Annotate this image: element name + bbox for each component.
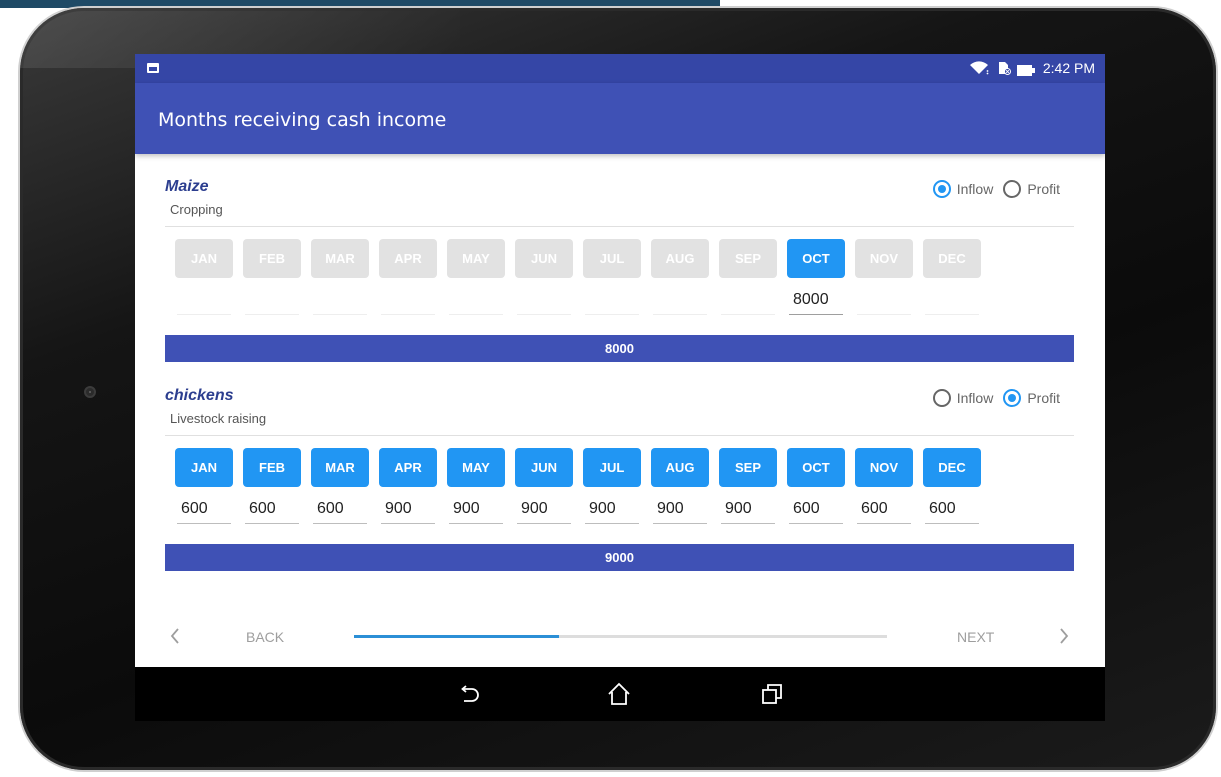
month-button-dec[interactable]: DEC [923, 448, 981, 487]
divider [165, 226, 1074, 227]
value-input-aug[interactable]: 900 [653, 498, 707, 524]
wizard-footer: BACK NEXT [135, 616, 1105, 661]
value-input-nov [857, 289, 911, 315]
value-input-dec [925, 289, 979, 315]
inflow-profit-toggle: Inflow Profit [932, 389, 1064, 407]
value-input-feb [245, 289, 299, 315]
month-button-mar[interactable]: MAR [311, 448, 369, 487]
value-input-mar[interactable]: 600 [313, 498, 367, 524]
progress-fill [354, 635, 560, 638]
month-button-mar[interactable]: MAR [311, 239, 369, 278]
enterprise-card-maize: Maize Cropping Inflow Profit JAN FEB MAR… [165, 178, 1074, 363]
value-input-apr[interactable]: 900 [381, 498, 435, 524]
total-bar: 8000 [165, 335, 1074, 362]
value-input-feb[interactable]: 600 [245, 498, 299, 524]
value-input-nov[interactable]: 600 [857, 498, 911, 524]
inflow-label: Inflow [956, 390, 994, 406]
divider [165, 435, 1074, 436]
total-bar: 9000 [165, 544, 1074, 571]
month-button-aug[interactable]: AUG [651, 239, 709, 278]
enterprise-name: Maize [165, 178, 209, 195]
enterprise-card-chickens: chickens Livestock raising Inflow Profit… [165, 387, 1074, 572]
value-input-oct[interactable]: 600 [789, 498, 843, 524]
month-button-nov[interactable]: NOV [855, 239, 913, 278]
month-button-sep[interactable]: SEP [719, 239, 777, 278]
battery-icon [1016, 63, 1035, 76]
back-button[interactable]: BACK [246, 629, 284, 645]
month-button-aug[interactable]: AUG [651, 448, 709, 487]
profit-label: Profit [1027, 390, 1060, 406]
month-button-jun[interactable]: JUN [515, 239, 573, 278]
status-time: 2:42 PM [1042, 60, 1095, 76]
status-icons: 2:42 PM [969, 60, 1095, 76]
profit-radio[interactable] [1003, 389, 1022, 407]
month-button-oct[interactable]: OCT [787, 448, 845, 487]
month-button-jan[interactable]: JAN [175, 239, 233, 278]
screen: 2:42 PM Months receiving cash income Mai… [135, 54, 1105, 721]
enterprise-category: Cropping [170, 202, 223, 217]
page-title: Months receiving cash income [158, 109, 447, 131]
camera-icon [84, 386, 96, 398]
month-button-apr[interactable]: APR [379, 239, 437, 278]
app-bar: Months receiving cash income [135, 83, 1105, 154]
value-input-may[interactable]: 900 [449, 498, 503, 524]
value-input-jan[interactable]: 600 [177, 498, 231, 524]
progress-bar [354, 635, 887, 638]
inflow-profit-toggle: Inflow Profit [932, 180, 1064, 198]
month-button-oct[interactable]: OCT [787, 239, 845, 278]
value-input-oct[interactable]: 8000 [789, 289, 843, 315]
recents-icon[interactable] [759, 681, 785, 707]
gallery-notification-icon [147, 63, 159, 73]
value-input-jun[interactable]: 900 [517, 498, 571, 524]
month-button-may[interactable]: MAY [447, 239, 505, 278]
month-button-sep[interactable]: SEP [719, 448, 777, 487]
value-input-mar [313, 289, 367, 315]
value-input-dec[interactable]: 600 [925, 498, 979, 524]
next-button[interactable]: NEXT [957, 629, 994, 645]
month-button-jun[interactable]: JUN [515, 448, 573, 487]
value-input-aug [653, 289, 707, 315]
chevron-left-icon[interactable] [168, 626, 182, 646]
inflow-label: Inflow [956, 181, 994, 197]
month-button-nov[interactable]: NOV [855, 448, 913, 487]
value-input-jul[interactable]: 900 [585, 498, 639, 524]
month-button-jan[interactable]: JAN [175, 448, 233, 487]
chevron-right-icon[interactable] [1057, 626, 1071, 646]
month-button-may[interactable]: MAY [447, 448, 505, 487]
status-bar: 2:42 PM [135, 54, 1105, 83]
month-button-apr[interactable]: APR [379, 448, 437, 487]
month-button-jul[interactable]: JUL [583, 448, 641, 487]
month-button-jul[interactable]: JUL [583, 239, 641, 278]
enterprise-name: chickens [165, 387, 234, 404]
profit-label: Profit [1027, 181, 1060, 197]
sim-icon [997, 61, 1011, 75]
value-input-sep[interactable]: 900 [721, 498, 775, 524]
system-nav-bar [135, 667, 1105, 721]
enterprise-category: Livestock raising [170, 411, 267, 426]
back-icon[interactable] [455, 681, 481, 707]
wifi-icon [969, 61, 989, 75]
month-button-feb[interactable]: FEB [243, 239, 301, 278]
value-input-sep [721, 289, 775, 315]
inflow-radio[interactable] [932, 389, 951, 407]
inflow-radio[interactable] [932, 180, 951, 198]
home-icon[interactable] [606, 681, 632, 707]
value-input-jun [517, 289, 571, 315]
value-input-apr [381, 289, 435, 315]
profit-radio[interactable] [1003, 180, 1022, 198]
background-strip [0, 0, 720, 8]
month-button-feb[interactable]: FEB [243, 448, 301, 487]
value-input-jan [177, 289, 231, 315]
month-button-dec[interactable]: DEC [923, 239, 981, 278]
value-input-may [449, 289, 503, 315]
value-input-jul [585, 289, 639, 315]
